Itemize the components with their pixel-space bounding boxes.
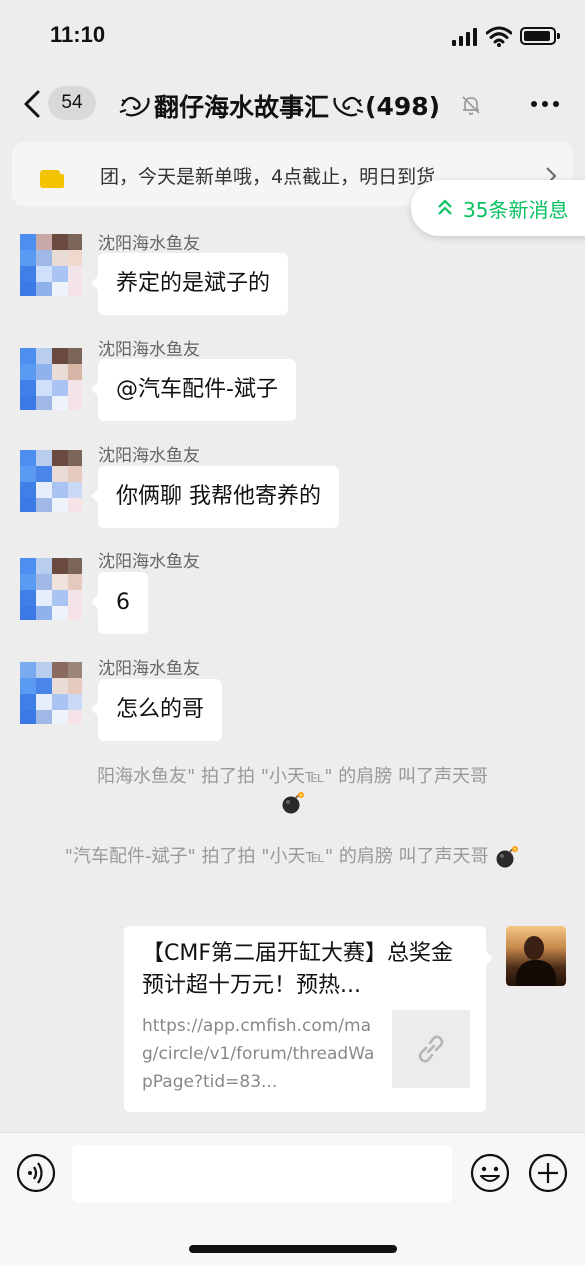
message-bubble[interactable]: 养定的是斌子的 — [90, 253, 289, 315]
more-button[interactable] — [530, 90, 560, 118]
chat-header: 54 翻仔海水故事汇 (498) — [0, 76, 585, 132]
message-input[interactable] — [72, 1145, 452, 1203]
bomb-icon — [282, 792, 304, 814]
message-bubble[interactable]: 怎么的哥 — [90, 679, 223, 741]
wifi-icon — [486, 26, 512, 47]
avatar[interactable] — [20, 662, 82, 724]
swirl-icon — [333, 96, 364, 117]
sender-name: 沈阳海水鱼友 — [98, 659, 200, 679]
double-chevron-up-icon — [438, 199, 452, 215]
link-card-title: 【CMF第二届开缸大赛】总奖金预计超十万元！预热... — [142, 941, 453, 998]
link-thumbnail — [392, 1010, 470, 1088]
message-bubble[interactable]: @汽车配件-斌子 — [91, 359, 296, 421]
avatar[interactable] — [20, 234, 82, 296]
system-message: 阳海水鱼友" 拍了拍 "小天℡" 的肩膀 叫了声天哥 — [40, 764, 545, 816]
cellular-signal-icon — [452, 28, 478, 46]
system-message: "汽车配件-斌子" 拍了拍 "小天℡" 的肩膀 叫了声天哥 — [40, 844, 545, 870]
status-time: 11:10 — [50, 22, 106, 47]
bomb-icon — [496, 846, 519, 868]
chat-title-text: 翻仔海水故事汇 — [154, 93, 330, 122]
back-button[interactable] — [20, 88, 44, 120]
message-bubble[interactable]: 你俩聊 我帮他寄养的 — [91, 466, 339, 528]
avatar[interactable] — [20, 450, 82, 512]
avatar[interactable] — [20, 348, 82, 410]
sender-name: 沈阳海水鱼友 — [98, 340, 200, 360]
system-message-text: 阳海水鱼友" 拍了拍 "小天℡" 的肩膀 叫了声天哥 — [96, 766, 489, 787]
megaphone-icon — [40, 170, 64, 188]
link-icon — [418, 1035, 444, 1063]
unread-count-badge[interactable]: 54 — [48, 86, 96, 120]
sender-name: 沈阳海水鱼友 — [98, 234, 200, 254]
emoji-button[interactable] — [470, 1153, 510, 1193]
plus-button[interactable] — [528, 1153, 568, 1193]
new-messages-button[interactable]: 35条新消息 — [411, 180, 585, 236]
member-count: (498) — [365, 91, 441, 121]
link-card-message[interactable]: 【CMF第二届开缸大赛】总奖金预计超十万元！预热... https://app.… — [124, 926, 493, 1112]
system-message-text: "汽车配件-斌子" 拍了拍 "小天℡" 的肩膀 叫了声天哥 — [64, 846, 489, 867]
battery-icon — [520, 27, 560, 45]
sender-name: 沈阳海水鱼友 — [98, 552, 200, 572]
avatar[interactable] — [20, 558, 82, 620]
message-bubble[interactable]: 6 — [91, 572, 148, 634]
chat-title: 翻仔海水故事汇 (498) — [118, 88, 440, 124]
link-card-url: https://app.cmfish.com/mag/circle/v1/for… — [142, 1016, 375, 1092]
self-avatar[interactable] — [506, 926, 566, 986]
swirl-icon — [119, 96, 150, 117]
status-bar: 11:10 — [0, 0, 585, 76]
voice-button[interactable] — [16, 1153, 56, 1193]
sender-name: 沈阳海水鱼友 — [98, 446, 200, 466]
bell-off-icon — [462, 96, 480, 115]
home-indicator — [189, 1245, 397, 1253]
new-messages-label: 35条新消息 — [463, 198, 569, 222]
